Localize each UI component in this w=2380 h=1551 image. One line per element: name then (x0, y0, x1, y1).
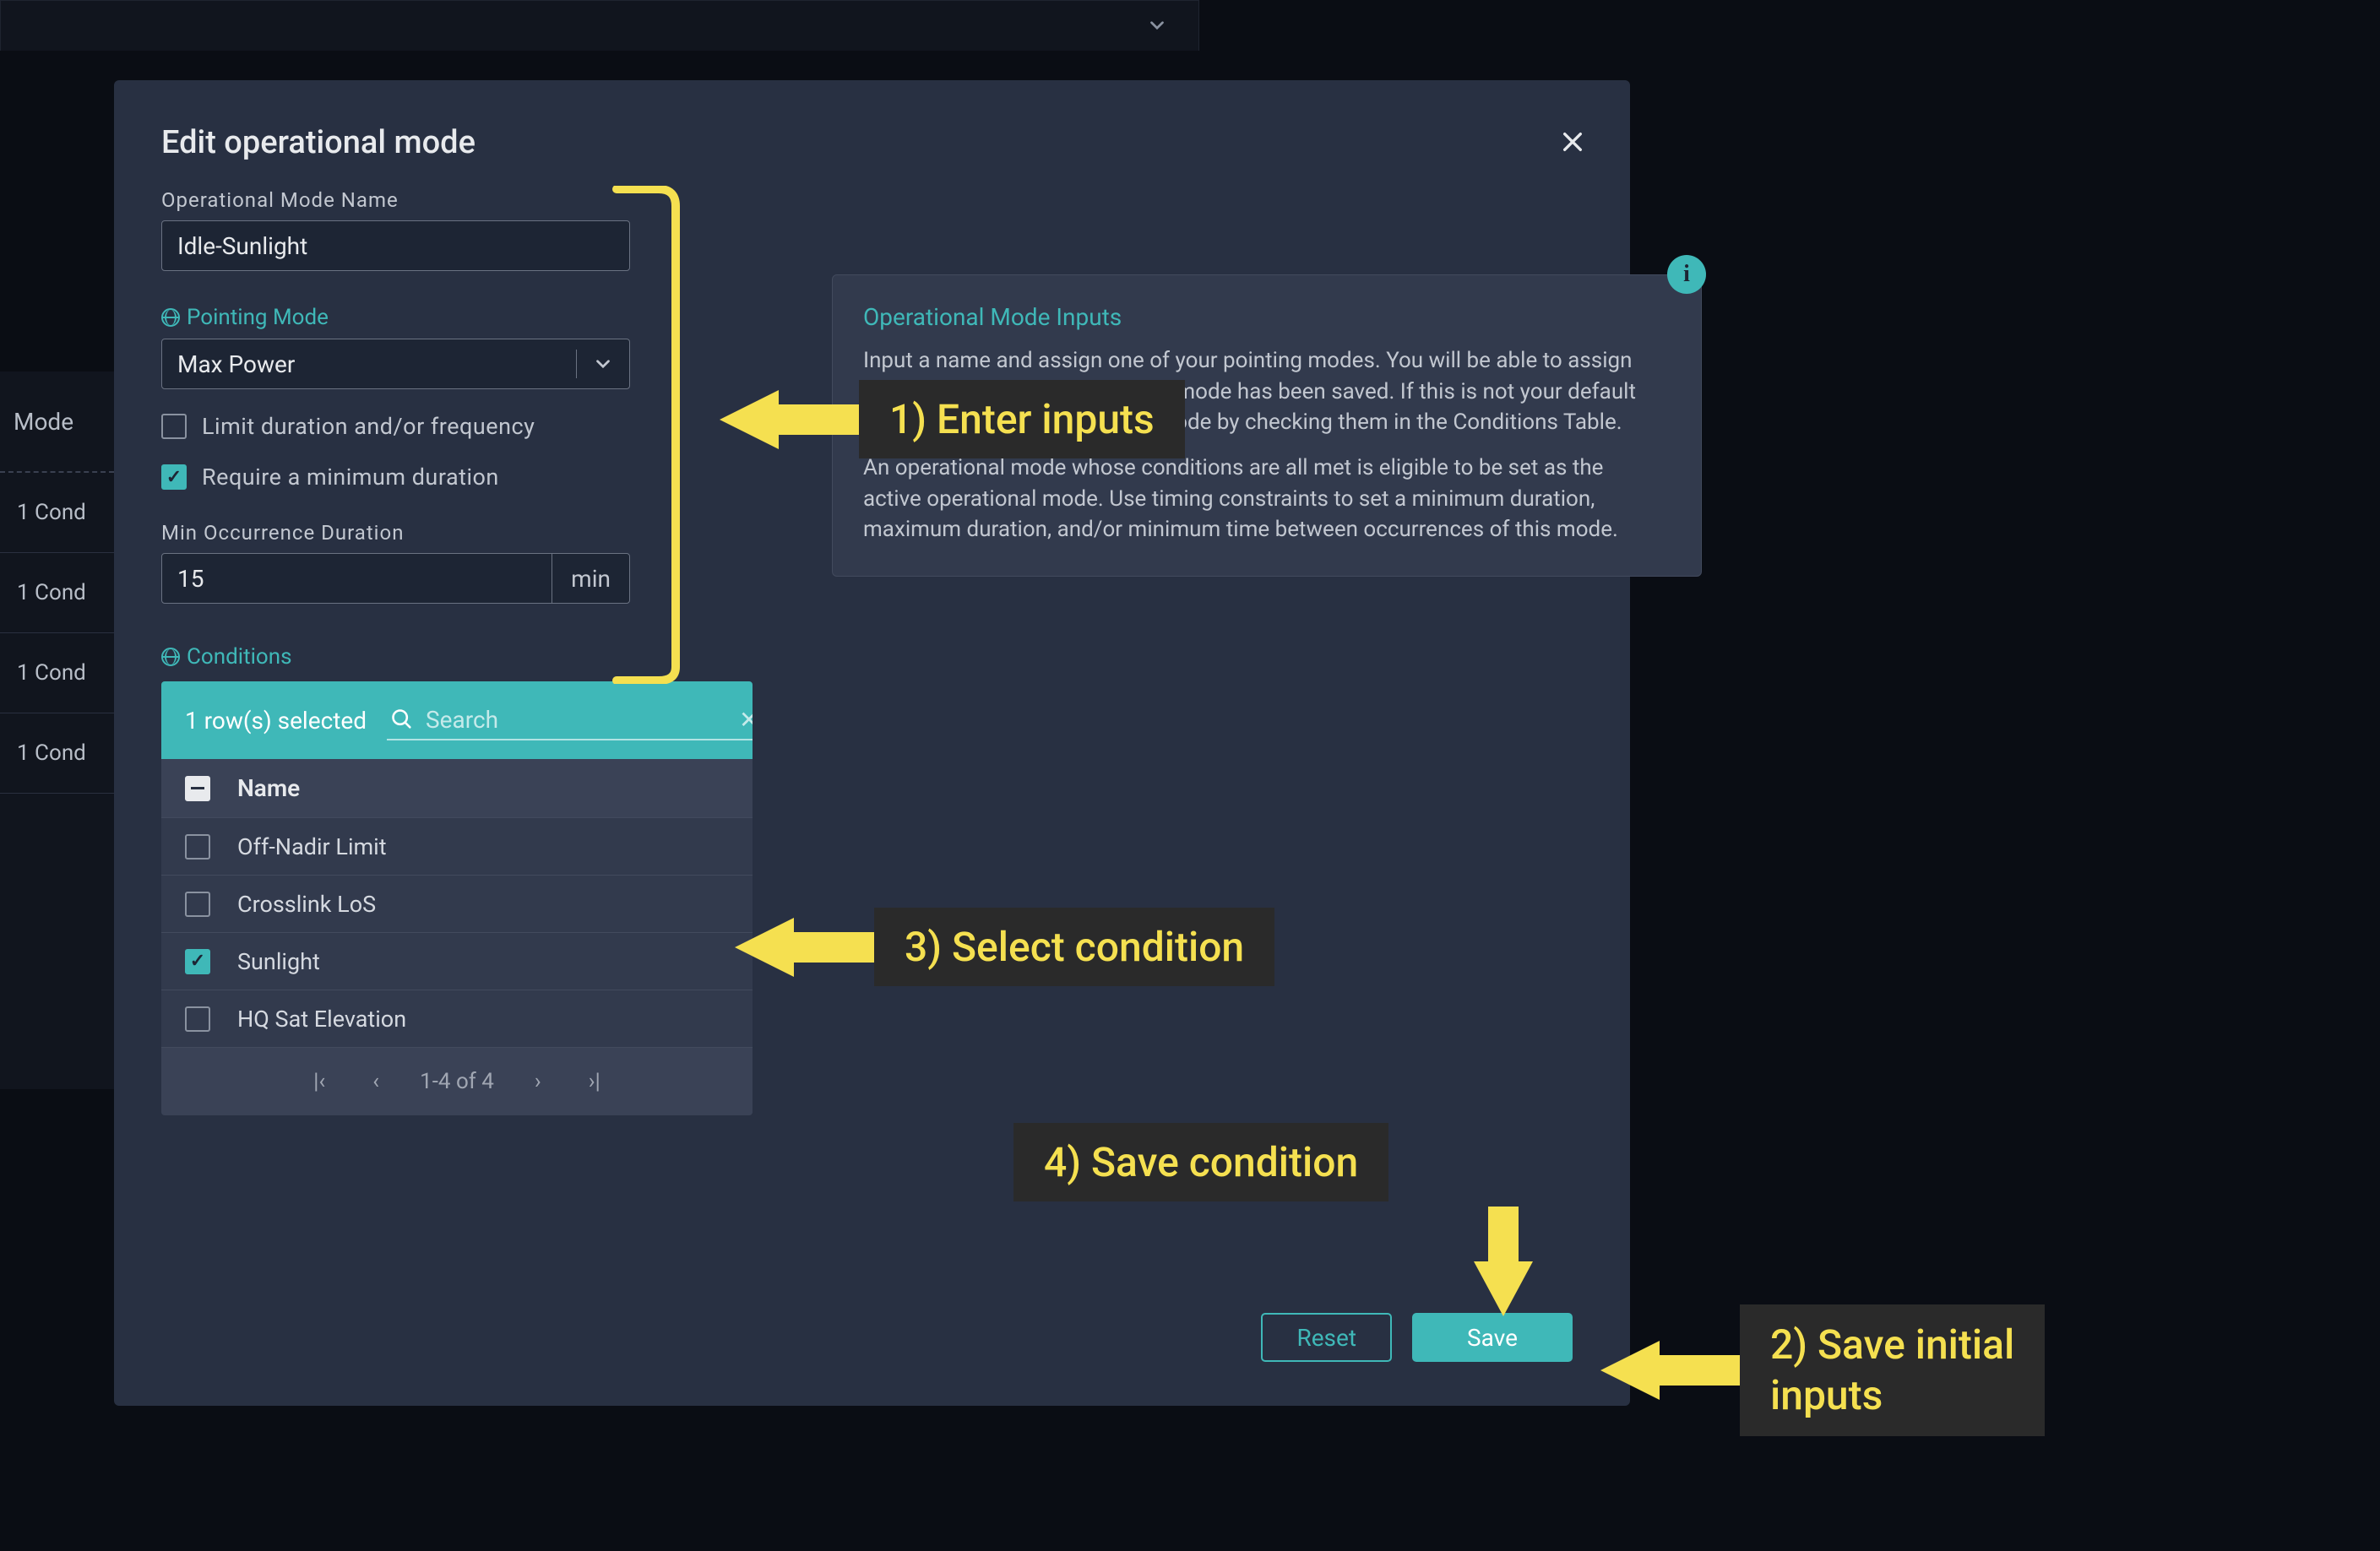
close-button[interactable] (1559, 121, 1586, 165)
info-icon[interactable]: i (1667, 255, 1706, 294)
annotation-label: 4) Save condition (1013, 1123, 1388, 1201)
annotation-label: 3) Select condition (874, 908, 1274, 986)
pager-next[interactable]: › (528, 1066, 548, 1098)
require-min-duration-label: Require a minimum duration (202, 464, 499, 491)
condition-row[interactable]: Off-Nadir Limit (161, 818, 753, 876)
name-label: Operational Mode Name (161, 188, 630, 212)
conditions-section: Conditions 1 row(s) selected ✕ Name (161, 644, 630, 1115)
chevron-down-icon (1146, 14, 1168, 36)
reset-button[interactable]: Reset (1261, 1313, 1392, 1362)
pointing-mode-label: Pointing Mode (161, 305, 630, 330)
limit-duration-checkbox[interactable] (161, 414, 187, 439)
condition-checkbox[interactable] (185, 1006, 210, 1032)
pointing-mode-value: Max Power (177, 350, 295, 378)
annotation-save-initial-inputs: 2) Save initialinputs (1600, 1304, 2045, 1436)
pager-range: 1-4 of 4 (420, 1069, 494, 1094)
conditions-table: 1 row(s) selected ✕ Name Off-Nadir Limit (161, 681, 753, 1115)
require-min-duration-row: ✓ Require a minimum duration (161, 464, 630, 491)
conditions-table-header: Name (161, 759, 753, 818)
globe-icon (161, 308, 180, 327)
condition-name: HQ Sat Elevation (237, 1006, 406, 1033)
conditions-search-input[interactable] (426, 706, 727, 734)
name-column-header: Name (237, 774, 300, 802)
globe-icon (161, 648, 180, 666)
condition-row[interactable]: ✓ Sunlight (161, 933, 753, 990)
pager-last[interactable]: ›| (582, 1066, 607, 1098)
conditions-table-toolbar: 1 row(s) selected ✕ (161, 681, 753, 759)
annotation-enter-inputs: 1) Enter inputs (720, 380, 1185, 458)
background-sidebar: Mode 1 Cond 1 Cond 1 Cond 1 Cond (0, 371, 114, 1089)
background-top-bar (0, 0, 1199, 51)
sidebar-row: 1 Cond (0, 633, 114, 713)
clear-search-button[interactable]: ✕ (739, 706, 753, 734)
annotation-label: 1) Enter inputs (859, 380, 1185, 458)
annotation-label: 2) Save initialinputs (1740, 1304, 2045, 1436)
conditions-label: Conditions (161, 644, 630, 670)
condition-checkbox[interactable] (185, 834, 210, 860)
min-duration-input[interactable] (162, 565, 552, 593)
condition-name: Sunlight (237, 948, 320, 975)
inputs-bracket (608, 186, 693, 684)
conditions-pager: |‹ ‹ 1-4 of 4 › ›| (161, 1048, 753, 1115)
min-duration-input-wrap: min (161, 553, 630, 604)
close-icon (1559, 128, 1586, 155)
conditions-search: ✕ (387, 701, 753, 740)
dialog-title: Edit operational mode (161, 124, 1583, 161)
pointing-mode-select[interactable]: Max Power (161, 339, 630, 389)
search-icon (390, 708, 414, 731)
annotation-save-condition: 4) Save condition (1013, 1123, 1537, 1316)
sidebar-row: 1 Cond (0, 553, 114, 633)
info-title: Operational Mode Inputs (863, 301, 1659, 334)
annotation-select-condition: 3) Select condition (735, 908, 1274, 986)
form-column: Operational Mode Name Pointing Mode Max … (161, 188, 630, 1115)
select-divider (576, 350, 578, 378)
condition-name: Off-Nadir Limit (237, 833, 387, 860)
pointing-mode-label-text: Pointing Mode (187, 305, 329, 330)
limit-duration-row: Limit duration and/or frequency (161, 413, 630, 440)
arrow-left-icon (1600, 1337, 1740, 1404)
sidebar-row: 1 Cond (0, 713, 114, 794)
condition-row[interactable]: Crosslink LoS (161, 876, 753, 933)
check-icon: ✓ (190, 951, 205, 972)
pager-prev[interactable]: ‹ (366, 1066, 386, 1098)
arrow-left-icon (735, 914, 874, 981)
arrow-down-icon (1470, 1207, 1537, 1316)
arrow-left-icon (720, 386, 859, 453)
selected-count: 1 row(s) selected (185, 707, 367, 735)
condition-name: Crosslink LoS (237, 891, 376, 918)
info-paragraph-2: An operational mode whose conditions are… (863, 453, 1659, 545)
conditions-label-text: Conditions (187, 644, 292, 670)
save-button[interactable]: Save (1412, 1313, 1573, 1362)
operational-mode-name-input[interactable] (161, 220, 630, 271)
min-duration-label: Min Occurrence Duration (161, 521, 630, 545)
condition-checkbox[interactable]: ✓ (185, 949, 210, 974)
require-min-duration-checkbox[interactable]: ✓ (161, 464, 187, 490)
limit-duration-label: Limit duration and/or frequency (202, 413, 535, 440)
condition-row[interactable]: HQ Sat Elevation (161, 990, 753, 1048)
condition-checkbox[interactable] (185, 892, 210, 917)
select-all-checkbox[interactable] (185, 776, 210, 801)
sidebar-row: 1 Cond (0, 473, 114, 553)
pager-first[interactable]: |‹ (307, 1066, 332, 1098)
min-duration-group: Min Occurrence Duration min (161, 521, 630, 604)
dialog-actions: Reset Save (1261, 1313, 1573, 1362)
collapse-handle[interactable] (1115, 0, 1199, 51)
sidebar-header: Mode (0, 371, 114, 473)
check-icon: ✓ (166, 467, 182, 488)
